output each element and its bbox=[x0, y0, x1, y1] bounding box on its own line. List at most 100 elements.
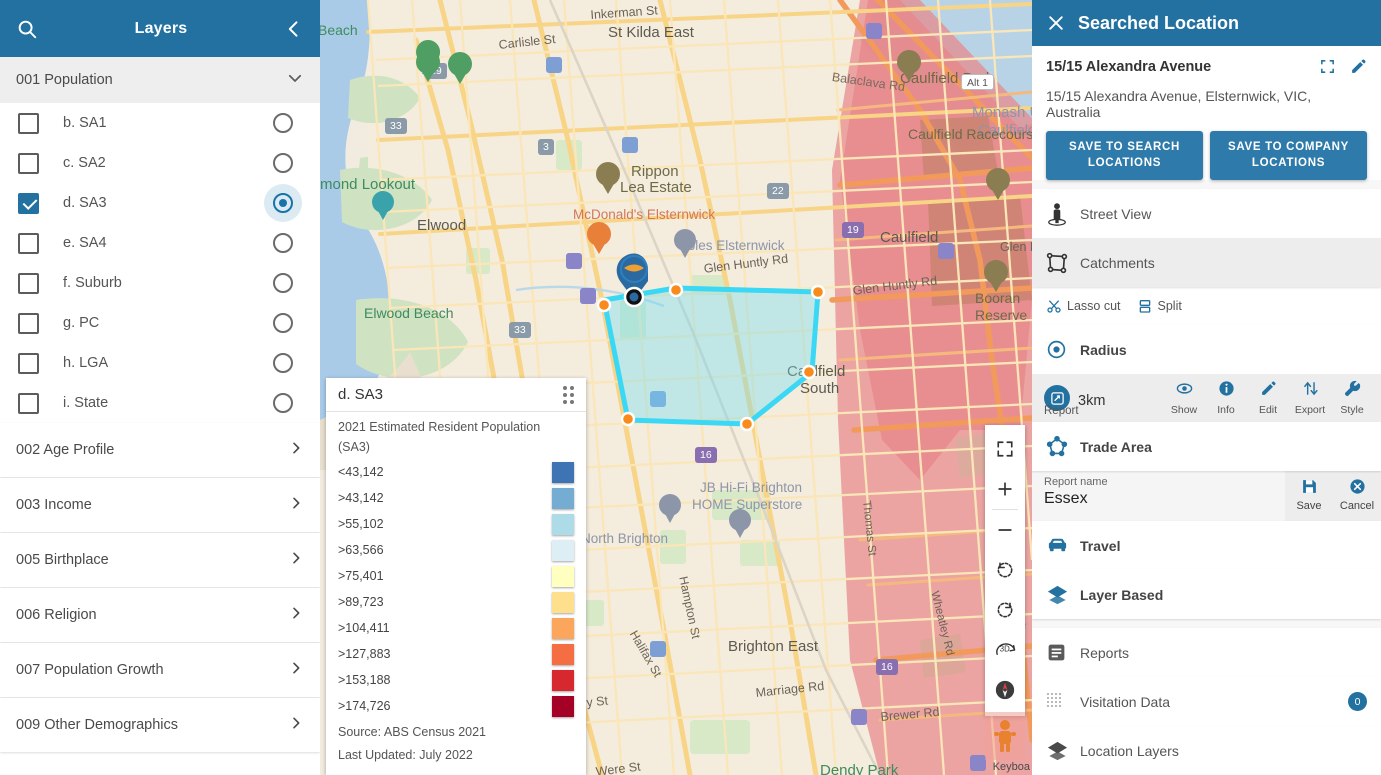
save-to-search-locations-button[interactable]: SAVE TO SEARCH LOCATIONS bbox=[1046, 131, 1203, 180]
layer-radio[interactable] bbox=[264, 144, 302, 182]
pencil-action[interactable]: Edit bbox=[1253, 380, 1283, 416]
info-icon[interactable] bbox=[1218, 380, 1235, 402]
legend-color-swatch bbox=[552, 566, 574, 587]
sidebar-group-label: 001 Population bbox=[16, 72, 286, 88]
layer-checkbox[interactable] bbox=[18, 353, 39, 374]
sidebar-category-item[interactable]: 005 Birthplace bbox=[0, 533, 320, 587]
close-icon[interactable] bbox=[1046, 13, 1066, 33]
rotate-ccw-icon[interactable] bbox=[985, 550, 1025, 590]
eye-action[interactable]: Show bbox=[1169, 380, 1199, 416]
legend-color-swatch bbox=[552, 696, 574, 717]
info-action[interactable]: Info bbox=[1211, 380, 1241, 416]
legend-entry: <43,142 bbox=[338, 459, 574, 485]
chevron-right-icon[interactable] bbox=[288, 660, 304, 680]
keyboard-shortcuts-label[interactable]: Keyboa bbox=[993, 761, 1030, 773]
map-legend[interactable]: d. SA3 2021 Estimated Resident Populatio… bbox=[326, 378, 586, 775]
row-catchments[interactable]: Catchments bbox=[1032, 238, 1381, 287]
legend-color-swatch bbox=[552, 670, 574, 691]
search-icon[interactable] bbox=[16, 18, 38, 40]
sidebar-category-item[interactable]: 003 Income bbox=[0, 478, 320, 532]
layer-radio[interactable] bbox=[264, 384, 302, 422]
legend-entry: >55,102 bbox=[338, 511, 574, 537]
legend-entry-label: >55,102 bbox=[338, 517, 552, 531]
pencil-icon[interactable] bbox=[1350, 58, 1367, 75]
row-visitation-data[interactable]: Visitation Data 0 bbox=[1032, 677, 1381, 726]
row-label-location-layers: Location Layers bbox=[1080, 743, 1179, 759]
map-canvas[interactable]: Inkerman StSt Kilda EastCarlisle StBalac… bbox=[320, 0, 1032, 775]
layer-checkbox[interactable] bbox=[18, 113, 39, 134]
layer-label: f. Suburb bbox=[39, 275, 264, 291]
chevron-right-icon[interactable] bbox=[288, 605, 304, 625]
chevron-right-icon[interactable] bbox=[288, 550, 304, 570]
layer-checkbox[interactable] bbox=[18, 393, 39, 414]
wrench-action[interactable]: Style bbox=[1337, 380, 1367, 416]
cancel-report-button[interactable]: Cancel bbox=[1333, 478, 1381, 512]
layer-radio[interactable] bbox=[264, 304, 302, 342]
layers-sidebar: Layers 001 Population b. SA1c. SA2d. SA3… bbox=[0, 0, 320, 775]
layer-checkbox[interactable] bbox=[18, 313, 39, 334]
legend-entry-label: >63,566 bbox=[338, 543, 552, 557]
layer-label: e. SA4 bbox=[39, 235, 264, 251]
layer-radio[interactable] bbox=[264, 344, 302, 382]
legend-entry-label: >89,723 bbox=[338, 595, 552, 609]
layer-label: g. PC bbox=[39, 315, 264, 331]
sidebar-title: Layers bbox=[38, 20, 284, 38]
report-name-value[interactable]: Essex bbox=[1044, 490, 1273, 508]
chevron-left-icon[interactable] bbox=[284, 19, 304, 39]
lasso-cut-button[interactable]: Lasso cut bbox=[1046, 298, 1121, 314]
layer-checkbox[interactable] bbox=[18, 193, 39, 214]
expand-icon[interactable] bbox=[1319, 58, 1336, 75]
layer-row: i. State bbox=[0, 383, 320, 423]
export-action[interactable]: Export bbox=[1295, 380, 1325, 416]
legend-color-swatch bbox=[552, 462, 574, 483]
chevron-down-icon[interactable] bbox=[286, 69, 304, 91]
layer-radio[interactable] bbox=[264, 184, 302, 222]
row-label-street-view: Street View bbox=[1080, 206, 1151, 222]
chevron-right-icon[interactable] bbox=[288, 495, 304, 515]
sidebar-category-item[interactable]: 009 Other Demographics bbox=[0, 698, 320, 752]
row-location-layers[interactable]: Location Layers bbox=[1032, 726, 1381, 775]
save-report-button[interactable]: Save bbox=[1285, 478, 1333, 512]
save-to-company-locations-button[interactable]: SAVE TO COMPANY LOCATIONS bbox=[1210, 131, 1367, 180]
sidebar-category-item[interactable]: 007 Population Growth bbox=[0, 643, 320, 697]
layer-checkbox[interactable] bbox=[18, 233, 39, 254]
zoom-in-icon[interactable] bbox=[985, 469, 1025, 509]
cancel-label: Cancel bbox=[1340, 500, 1374, 512]
export-icon[interactable] bbox=[1302, 380, 1319, 402]
panel-spacer bbox=[1032, 180, 1381, 189]
compass-icon[interactable] bbox=[985, 670, 1025, 710]
row-radius[interactable]: Radius bbox=[1032, 325, 1381, 374]
report-name-input[interactable]: Report name Essex bbox=[1032, 471, 1285, 521]
chevron-right-icon[interactable] bbox=[288, 715, 304, 735]
zoom-out-icon[interactable] bbox=[985, 510, 1025, 550]
sidebar-category-item[interactable]: 006 Religion bbox=[0, 588, 320, 642]
pegman-icon[interactable] bbox=[985, 712, 1025, 760]
row-layer-based[interactable]: Layer Based bbox=[1032, 570, 1381, 619]
split-button[interactable]: Split bbox=[1137, 298, 1182, 314]
legend-color-swatch bbox=[552, 592, 574, 613]
legend-entry-label: >43,142 bbox=[338, 491, 552, 505]
sidebar-group-population[interactable]: 001 Population bbox=[0, 57, 320, 103]
layer-radio[interactable] bbox=[264, 264, 302, 302]
car-icon bbox=[1046, 534, 1080, 557]
chevron-right-icon[interactable] bbox=[288, 440, 304, 460]
sidebar-category-item[interactable]: 002 Age Profile bbox=[0, 423, 320, 477]
layer-radio[interactable] bbox=[264, 224, 302, 262]
layer-checkbox[interactable] bbox=[18, 273, 39, 294]
layer-checkbox[interactable] bbox=[18, 153, 39, 174]
fullscreen-icon[interactable] bbox=[985, 429, 1025, 469]
layer-radio[interactable] bbox=[264, 104, 302, 142]
radius-item[interactable]: 3km Report ShowInfoEditExportStyle bbox=[1032, 374, 1381, 422]
drag-handle-icon[interactable] bbox=[563, 386, 574, 404]
pencil-icon[interactable] bbox=[1260, 380, 1277, 402]
street-view-icon bbox=[1046, 202, 1080, 226]
row-street-view[interactable]: Street View bbox=[1032, 189, 1381, 238]
3d-icon[interactable]: 3D bbox=[985, 630, 1025, 670]
row-trade-area[interactable]: Trade Area bbox=[1032, 422, 1381, 471]
layer-row: c. SA2 bbox=[0, 143, 320, 183]
rotate-cw-icon[interactable] bbox=[985, 590, 1025, 630]
wrench-icon[interactable] bbox=[1344, 380, 1361, 402]
row-travel[interactable]: Travel bbox=[1032, 521, 1381, 570]
eye-icon[interactable] bbox=[1176, 380, 1193, 402]
row-reports[interactable]: Reports bbox=[1032, 628, 1381, 677]
